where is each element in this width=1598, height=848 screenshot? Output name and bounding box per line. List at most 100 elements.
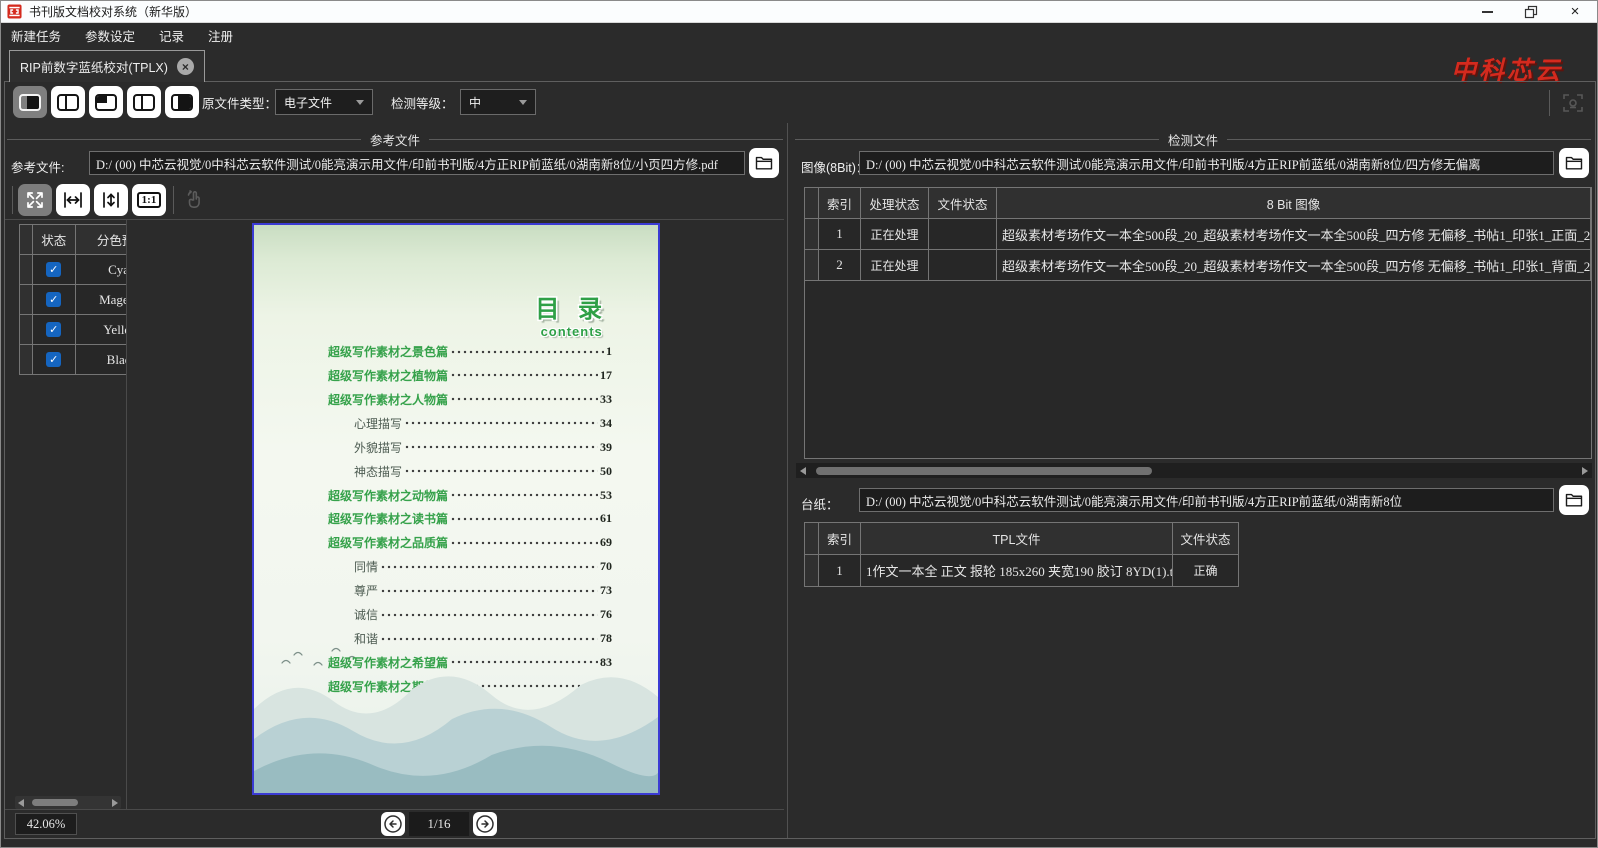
scan-icon <box>1563 94 1583 112</box>
image-8bit-path-input[interactable]: D:/ (00) 中芯云视觉/0中科芯云软件测试/0能亮演示用文件/印前书刊版/… <box>859 151 1554 175</box>
toc-label: 神态描写 <box>354 464 403 479</box>
scroll-left-icon[interactable] <box>18 798 24 807</box>
toc-page-number: 17 <box>600 367 612 382</box>
detection-section-header: 检测文件 <box>795 132 1592 148</box>
toc-leader-dots <box>404 462 598 480</box>
fit-height-icon <box>103 192 119 208</box>
scroll-right-icon[interactable] <box>112 798 118 807</box>
menu-item[interactable]: 注册 <box>208 26 233 45</box>
image-browse-button[interactable] <box>1559 148 1589 178</box>
layout-view-button[interactable] <box>51 86 85 118</box>
col-index: 索引 <box>819 523 861 555</box>
layout-view-icon <box>57 93 79 111</box>
menu-item[interactable]: 记录 <box>159 26 184 45</box>
template-paper-path-input[interactable]: D:/ (00) 中芯云视觉/0中科芯云软件测试/0能亮演示用文件/印前书刊版/… <box>859 488 1554 512</box>
restore-button[interactable] <box>1509 1 1553 22</box>
toc-leader-dots <box>450 390 598 408</box>
close-button[interactable]: × <box>1553 1 1597 22</box>
separation-h-scrollbar[interactable] <box>15 796 121 809</box>
toc-entry: 超级写作素材之动物篇 53 <box>328 486 612 504</box>
toc-leader-dots <box>450 343 604 360</box>
mountains-artwork <box>254 676 658 793</box>
toc-page-number: 39 <box>600 439 612 454</box>
preview-divider-bottom <box>5 809 784 810</box>
fit-height-button[interactable] <box>94 184 128 216</box>
template-browse-button[interactable] <box>1559 485 1589 515</box>
layout-view-icon <box>133 93 155 111</box>
reference-file-label: 参考文件: <box>11 161 65 175</box>
col-index: 索引 <box>819 188 861 219</box>
app-window: 书刊版文档校对系统（新华版） × 新建任务 参数设定 记录 注册 RIP前数字蓝纸校对… <box>0 0 1598 848</box>
prev-page-icon <box>384 815 402 833</box>
toc-page-number: 61 <box>600 511 612 526</box>
separation-row[interactable]: ✓ Black <box>20 345 126 375</box>
toc-leader-dots <box>380 558 598 576</box>
toc-entry: 尊严 73 <box>328 582 612 600</box>
tab-rip-blueprint[interactable]: RIP前数字蓝纸校对(TPLX) × <box>9 50 205 82</box>
menu-item[interactable]: 参数设定 <box>85 26 135 45</box>
app-logo-icon <box>7 4 22 19</box>
layout-view-button[interactable] <box>127 86 161 118</box>
actual-size-button[interactable]: 1:1 <box>132 184 166 216</box>
channel-checkbox[interactable]: ✓ <box>46 322 62 337</box>
image-table-h-scrollbar[interactable] <box>796 463 1592 478</box>
separation-row[interactable]: ✓ Cyan <box>20 255 126 285</box>
cell-index: 1 <box>819 219 861 250</box>
source-type-value: 电子文件 <box>284 95 333 110</box>
source-type-dropdown[interactable]: 电子文件 <box>275 89 373 115</box>
channel-checkbox[interactable]: ✓ <box>46 352 62 367</box>
separation-row[interactable]: ✓ Magenta <box>20 285 126 315</box>
menu-item[interactable]: 新建任务 <box>11 26 61 45</box>
image-table-row[interactable]: 2 正在处理 超级素材考场作文一本全500段_20_超级素材考场作文一本全500… <box>805 250 1591 281</box>
toc-page-number: 76 <box>600 607 612 622</box>
toc-page-number: 50 <box>600 463 612 478</box>
prev-page-button[interactable] <box>381 812 405 836</box>
fit-window-button[interactable] <box>18 184 52 216</box>
scroll-left-icon[interactable] <box>800 466 806 475</box>
window-controls: × <box>1465 1 1597 22</box>
tpl-table-header: 索引 TPL文件 文件状态 <box>805 523 1239 555</box>
layout-button-strip <box>13 86 199 118</box>
tab-close-icon[interactable]: × <box>176 58 194 75</box>
toc-label: 超级写作素材之植物篇 <box>328 368 449 383</box>
detect-level-value: 中 <box>469 95 482 110</box>
image-table-container: 索引 处理状态 文件状态 8 Bit 图像 1 正在处理 超级素材考场作文一本全… <box>804 187 1592 459</box>
layout-view-button[interactable] <box>165 86 199 118</box>
tpl-table-row[interactable]: 1 1作文一本全 正文 报轮 185x260 夹宽190 胶订 8YD(1).t… <box>805 555 1239 587</box>
cell-index: 2 <box>819 250 861 281</box>
toc-entry: 同情 70 <box>328 558 612 576</box>
scrollbar-thumb[interactable] <box>816 466 1152 475</box>
tpl-table: 索引 TPL文件 文件状态 1 1作文一本全 正文 报轮 185x260 夹宽1… <box>804 522 1239 587</box>
folder-icon <box>1565 493 1583 507</box>
view-toolbar-separator-2 <box>173 186 174 214</box>
toc-label: 心理描写 <box>354 416 403 431</box>
cell-file-status <box>929 250 997 281</box>
toc-entry: 心理描写 34 <box>328 414 612 432</box>
reference-browse-button[interactable] <box>749 148 779 178</box>
channel-checkbox[interactable]: ✓ <box>46 292 62 307</box>
separation-table-area: 状态 分色预览 ✓ Cyan ✓ <box>19 224 126 375</box>
scrollbar-thumb[interactable] <box>32 799 78 806</box>
toc-label: 超级写作素材之景色篇 <box>328 345 449 359</box>
one-to-one-icon: 1:1 <box>136 192 162 208</box>
layout-view-button[interactable] <box>89 86 123 118</box>
minimize-button[interactable] <box>1465 1 1509 22</box>
toc-label: 外貌描写 <box>354 440 403 455</box>
fit-width-button[interactable] <box>56 184 90 216</box>
cell-tpl-file: 1作文一本全 正文 报轮 185x260 夹宽190 胶订 8YD(1).tpl… <box>861 555 1173 587</box>
detect-level-dropdown[interactable]: 中 <box>460 89 536 115</box>
next-page-button[interactable] <box>473 812 497 836</box>
toc-page-number: 69 <box>600 535 612 550</box>
toc-label: 超级写作素材之动物篇 <box>328 488 449 503</box>
layout-view-button[interactable] <box>13 86 47 118</box>
channel-checkbox[interactable]: ✓ <box>46 262 62 277</box>
panel-splitter[interactable] <box>787 123 788 838</box>
separation-row[interactable]: ✓ Yellow <box>20 315 126 345</box>
toc-entry: 超级写作素材之景色篇 1 <box>328 343 612 360</box>
title-bar: 书刊版文档校对系统（新华版） × <box>1 1 1597 23</box>
channel-name: Yellow <box>75 315 126 345</box>
image-table-row[interactable]: 1 正在处理 超级素材考场作文一本全500段_20_超级素材考场作文一本全500… <box>805 219 1591 250</box>
scroll-right-icon[interactable] <box>1582 466 1588 475</box>
reference-file-path-input[interactable]: D:/ (00) 中芯云视觉/0中科芯云软件测试/0能亮演示用文件/印前书刊版/… <box>89 151 745 175</box>
source-type-label: 原文件类型： <box>202 97 278 111</box>
